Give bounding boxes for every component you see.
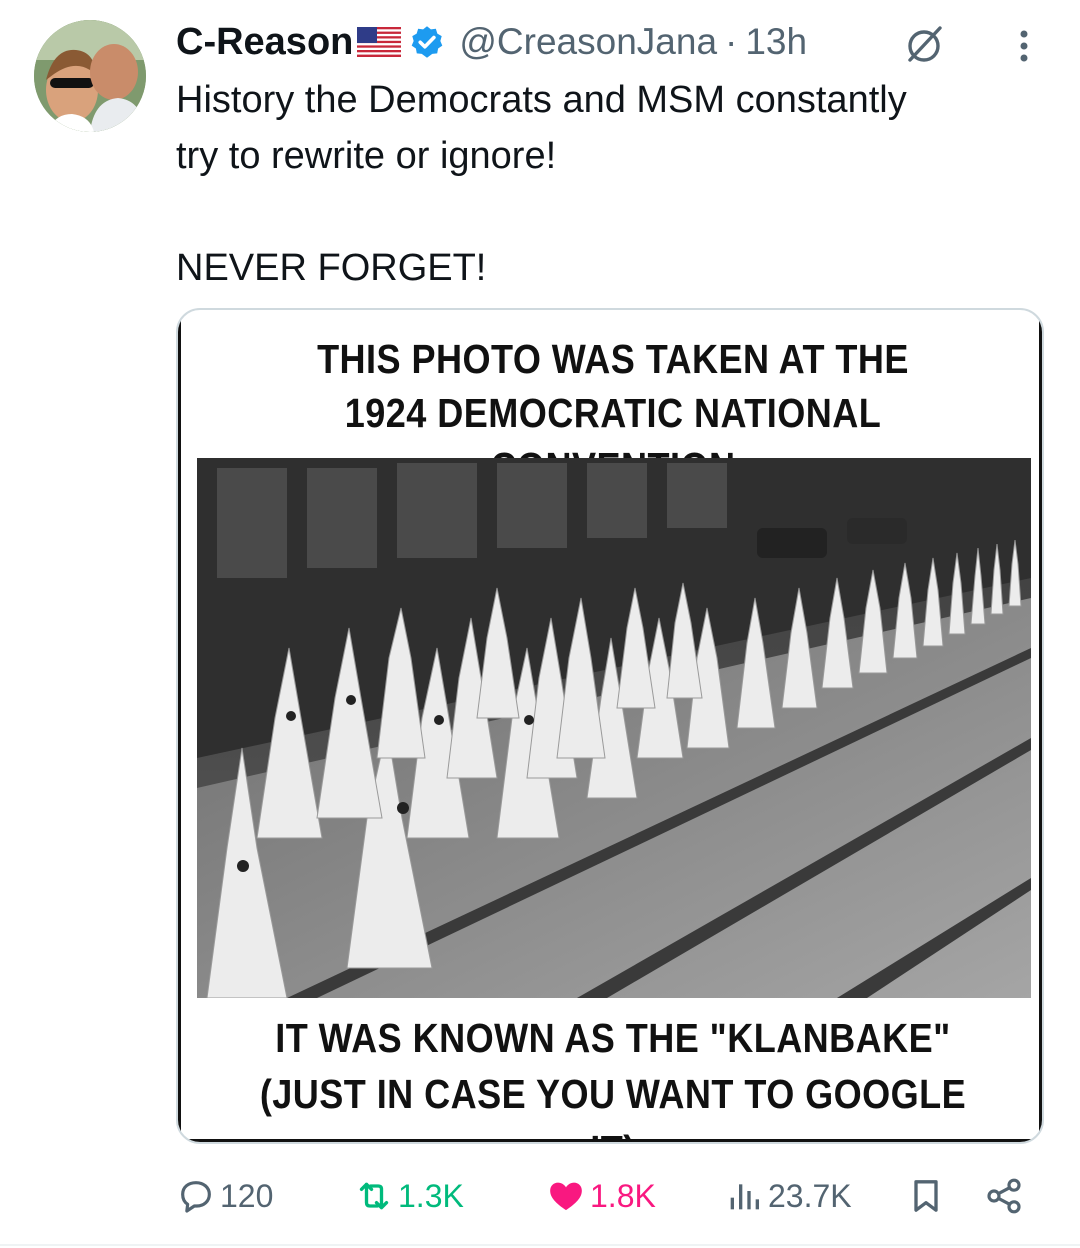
meme-caption-line: IT WAS KNOWN AS THE "KLANBAKE" — [275, 1015, 951, 1061]
reply-button[interactable]: 120 — [176, 1168, 273, 1224]
tweet-header: C-Reason @CreasonJana · 13h — [176, 16, 1056, 68]
views-count: 23.7K — [768, 1177, 852, 1214]
views-button[interactable]: 23.7K — [724, 1168, 852, 1224]
divider — [0, 1244, 1080, 1246]
retweet-button[interactable]: 1.3K — [354, 1168, 464, 1224]
share-button[interactable] — [984, 1168, 1028, 1224]
share-icon — [987, 1178, 1021, 1214]
meme-caption-line: THIS PHOTO WAS TAKEN AT THE — [317, 336, 909, 382]
tweet-text-line: NEVER FORGET! — [176, 247, 487, 289]
reply-icon — [181, 1181, 211, 1213]
avatar[interactable] — [34, 20, 146, 132]
grok-icon[interactable] — [902, 22, 946, 66]
meme-bottom-caption: IT WAS KNOWN AS THE "KLANBAKE" (JUST IN … — [233, 1010, 993, 1142]
meme-caption-line: (JUST IN CASE YOU WANT TO GOOGLE IT) — [259, 1071, 967, 1142]
retweet-icon — [359, 1182, 389, 1210]
like-count: 1.8K — [590, 1177, 656, 1214]
views-icon — [730, 1184, 759, 1210]
separator-dot: · — [725, 21, 738, 62]
avatar-image — [34, 20, 146, 132]
tweet-media[interactable]: THIS PHOTO WAS TAKEN AT THE 1924 DEMOCRA… — [176, 308, 1044, 1144]
retweet-count: 1.3K — [398, 1177, 464, 1214]
historical-photo — [197, 458, 1031, 998]
more-icon[interactable] — [1004, 24, 1044, 68]
author-handle[interactable]: @CreasonJana — [459, 21, 717, 63]
tweet-timestamp[interactable]: 13h — [745, 21, 807, 63]
tweet-actions: 120 1.3K 1.8K 23.7K — [176, 1168, 1056, 1224]
reply-count: 120 — [220, 1177, 274, 1214]
tweet-text-line: try to rewrite or ignore! — [176, 135, 557, 177]
like-button[interactable]: 1.8K — [546, 1168, 656, 1224]
bookmark-icon — [914, 1180, 938, 1212]
bookmark-button[interactable] — [906, 1168, 950, 1224]
us-flag-icon — [357, 27, 402, 57]
verified-badge-icon[interactable] — [409, 24, 445, 60]
tweet-text-line: History the Democrats and MSM constantly — [176, 79, 907, 121]
author-display-name[interactable]: C-Reason — [176, 21, 353, 64]
tweet-text: History the Democrats and MSM constantly… — [176, 72, 1056, 296]
meme-image: THIS PHOTO WAS TAKEN AT THE 1924 DEMOCRA… — [178, 310, 1042, 1142]
like-icon — [550, 1182, 582, 1211]
